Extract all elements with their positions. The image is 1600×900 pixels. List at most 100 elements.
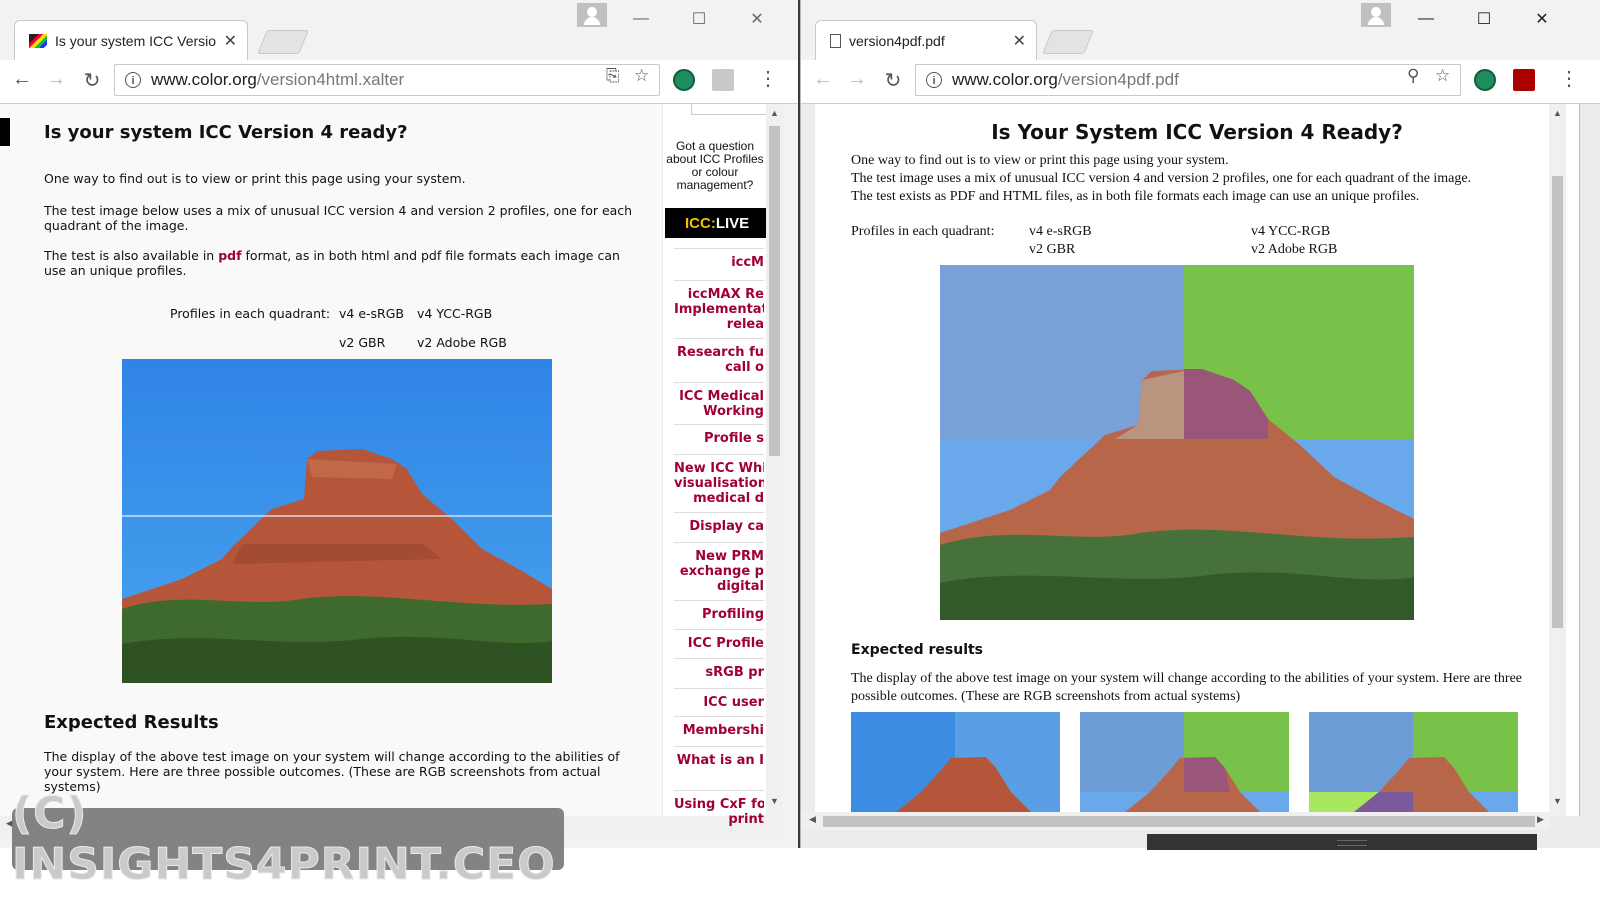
sidebar-news-item[interactable]: Profiling	[674, 600, 764, 622]
address-bar[interactable]: i www.color.org/version4pdf.pdf	[915, 64, 1461, 96]
url-host: www.color.org	[151, 70, 257, 89]
profile-icon[interactable]	[577, 3, 607, 27]
outcome-thumbnail-1	[851, 712, 1060, 816]
scroll-up-arrow-icon[interactable]: ▲	[1549, 108, 1566, 118]
watermark: (C) INSIGHTS4PRINT.CEO	[12, 788, 564, 891]
maximize-button[interactable]: ☐	[670, 9, 728, 29]
tab-close-icon[interactable]: ✕	[224, 31, 237, 51]
test-image-pdf	[940, 265, 1414, 620]
minimize-button[interactable]: —	[612, 10, 670, 28]
sidebar-news-item[interactable]: ICC user	[674, 688, 764, 710]
quadrant-label: Profiles in each quadrant:	[851, 224, 995, 239]
info-icon[interactable]: i	[125, 72, 141, 88]
taskbar-strip	[1147, 834, 1537, 850]
extension-globe-icon[interactable]	[1474, 69, 1496, 91]
scrollbar-thumb[interactable]	[1552, 176, 1563, 628]
url-host: www.color.org	[952, 70, 1058, 89]
back-arrow-icon[interactable]: ←	[10, 68, 34, 91]
quadrant-label: Profiles in each quadrant:	[170, 306, 331, 321]
bookmark-star-icon[interactable]: ☆	[1435, 66, 1450, 86]
quadrant-top-right: v4 YCC-RGB	[1251, 224, 1331, 239]
scroll-up-arrow-icon[interactable]: ▲	[766, 108, 783, 118]
new-tab-button[interactable]	[257, 30, 309, 54]
address-bar[interactable]: i www.color.org/version4html.xalter	[114, 64, 660, 96]
info-icon[interactable]: i	[926, 72, 942, 88]
expected-results-heading: Expected results	[851, 642, 984, 658]
icc-live-text: LIVE	[715, 214, 750, 232]
window-controls: — ☐ ✕	[612, 6, 786, 32]
test-image-html	[122, 359, 552, 683]
sidebar-search-box[interactable]	[691, 104, 767, 115]
intro-paragraph: One way to find out is to view or print …	[44, 171, 466, 186]
icc-live-accent: ICC:	[685, 214, 716, 232]
window-controls: — ☐ ✕	[1397, 6, 1571, 32]
icc-live-banner[interactable]: ICC: LIVE	[665, 208, 767, 238]
grip-handle[interactable]	[1337, 840, 1367, 846]
extension-globe-icon[interactable]	[673, 69, 695, 91]
scroll-right-arrow-icon[interactable]: ▶	[1537, 814, 1544, 825]
pdf-line-3: The test exists as PDF and HTML files, a…	[851, 189, 1420, 204]
acrobat-extension-icon[interactable]	[1513, 69, 1535, 91]
translate-icon[interactable]: ⎘	[606, 66, 620, 86]
new-tab-button[interactable]	[1042, 30, 1094, 54]
menu-kebab-icon[interactable]: ⋮	[758, 69, 778, 89]
forward-arrow-icon[interactable]: →	[845, 68, 869, 91]
browser-toolbar: ← → ↻ i www.color.org/version4pdf.pdf ⚲ …	[801, 60, 1600, 104]
vertical-scrollbar[interactable]: ▲ ▼	[1549, 104, 1566, 816]
sidebar-news-item[interactable]: Research fu call o	[674, 338, 764, 375]
pdf-line-1: One way to find out is to view or print …	[851, 153, 1229, 168]
reload-icon[interactable]: ↻	[80, 68, 104, 93]
sidebar-news-item[interactable]: Profile s	[674, 424, 764, 446]
vertical-scrollbar[interactable]: ▲ ▼	[766, 104, 783, 816]
scroll-down-arrow-icon[interactable]: ▼	[1549, 796, 1566, 806]
page-title: Is Your System ICC Version 4 Ready?	[991, 120, 1403, 144]
expected-results-heading: Expected Results	[44, 712, 219, 733]
horizontal-scrollbar[interactable]: ◀ ▶	[801, 812, 1549, 830]
bookmark-star-icon[interactable]: ☆	[634, 66, 649, 86]
scroll-down-arrow-icon[interactable]: ▼	[766, 796, 783, 806]
browser-toolbar: ← → ↻ i www.color.org/version4html.xalte…	[0, 60, 798, 104]
sidebar-news-item[interactable]: New ICC Whi visualisation medical d	[674, 454, 764, 506]
sidebar-news-item[interactable]: sRGB pr	[674, 658, 764, 680]
sidebar-news-item[interactable]: ICC Medical Working	[674, 382, 764, 419]
zoom-magnifier-icon[interactable]: ⚲	[1407, 66, 1419, 86]
sidebar-news-item[interactable]: What is an I	[674, 746, 764, 768]
scrollbar-thumb[interactable]	[769, 126, 780, 456]
close-window-button[interactable]: ✕	[1513, 9, 1571, 29]
page-title: Is your system ICC Version 4 ready?	[44, 122, 408, 143]
horizontal-scrollbar-thumb[interactable]	[823, 816, 1535, 827]
url-path: /version4pdf.pdf	[1057, 70, 1179, 89]
test-image-paragraph: The test image below uses a mix of unusu…	[44, 203, 633, 233]
left-edge-marker	[0, 118, 10, 146]
profile-icon[interactable]	[1361, 3, 1391, 27]
tab-version4-pdf[interactable]: version4pdf.pdf ✕	[815, 20, 1037, 60]
scroll-left-arrow-icon[interactable]: ◀	[809, 814, 816, 825]
quadrant-bottom-right: v2 Adobe RGB	[1251, 242, 1338, 257]
quadrant-top-right: v4 YCC-RGB	[417, 306, 493, 321]
sidebar-question: Got a question about ICC Profiles or col…	[666, 139, 764, 192]
reload-icon[interactable]: ↻	[881, 68, 905, 93]
sidebar-news-item[interactable]: Display ca	[674, 512, 764, 534]
minimize-button[interactable]: —	[1397, 10, 1455, 28]
forward-arrow-icon[interactable]: →	[44, 68, 68, 91]
sidebar-news-item[interactable]: Using CxF fo print	[674, 790, 764, 827]
sidebar-news-item[interactable]: iccM	[674, 248, 764, 270]
tab-icc-version4-html[interactable]: Is your system ICC Versio ✕	[14, 20, 248, 60]
outcome-thumbnail-3	[1309, 712, 1518, 816]
document-icon	[830, 33, 841, 48]
maximize-button[interactable]: ☐	[1455, 9, 1513, 29]
menu-kebab-icon[interactable]: ⋮	[1559, 69, 1579, 89]
sidebar-news-item[interactable]: ICC Profile	[674, 629, 764, 651]
acrobat-extension-icon[interactable]	[712, 69, 734, 91]
back-arrow-icon[interactable]: ←	[811, 68, 835, 91]
quadrant-bottom-right: v2 Adobe RGB	[417, 335, 507, 350]
sidebar-news-item[interactable]: Membershi	[674, 716, 764, 738]
close-window-button[interactable]: ✕	[728, 9, 786, 29]
tab-close-icon[interactable]: ✕	[1013, 31, 1026, 51]
sidebar-news-item[interactable]: New PRM exchange p digital	[674, 542, 764, 594]
expected-results-paragraph: The display of the above test image on y…	[851, 671, 1523, 704]
browser-window-left: Is your system ICC Versio ✕ — ☐ ✕ ← → ↻ …	[0, 0, 800, 848]
pdf-para-pre: The test is also available in	[44, 248, 219, 263]
pdf-link[interactable]: pdf	[218, 248, 241, 263]
sidebar-news-item[interactable]: iccMAX Re Implementat relea	[674, 280, 764, 332]
